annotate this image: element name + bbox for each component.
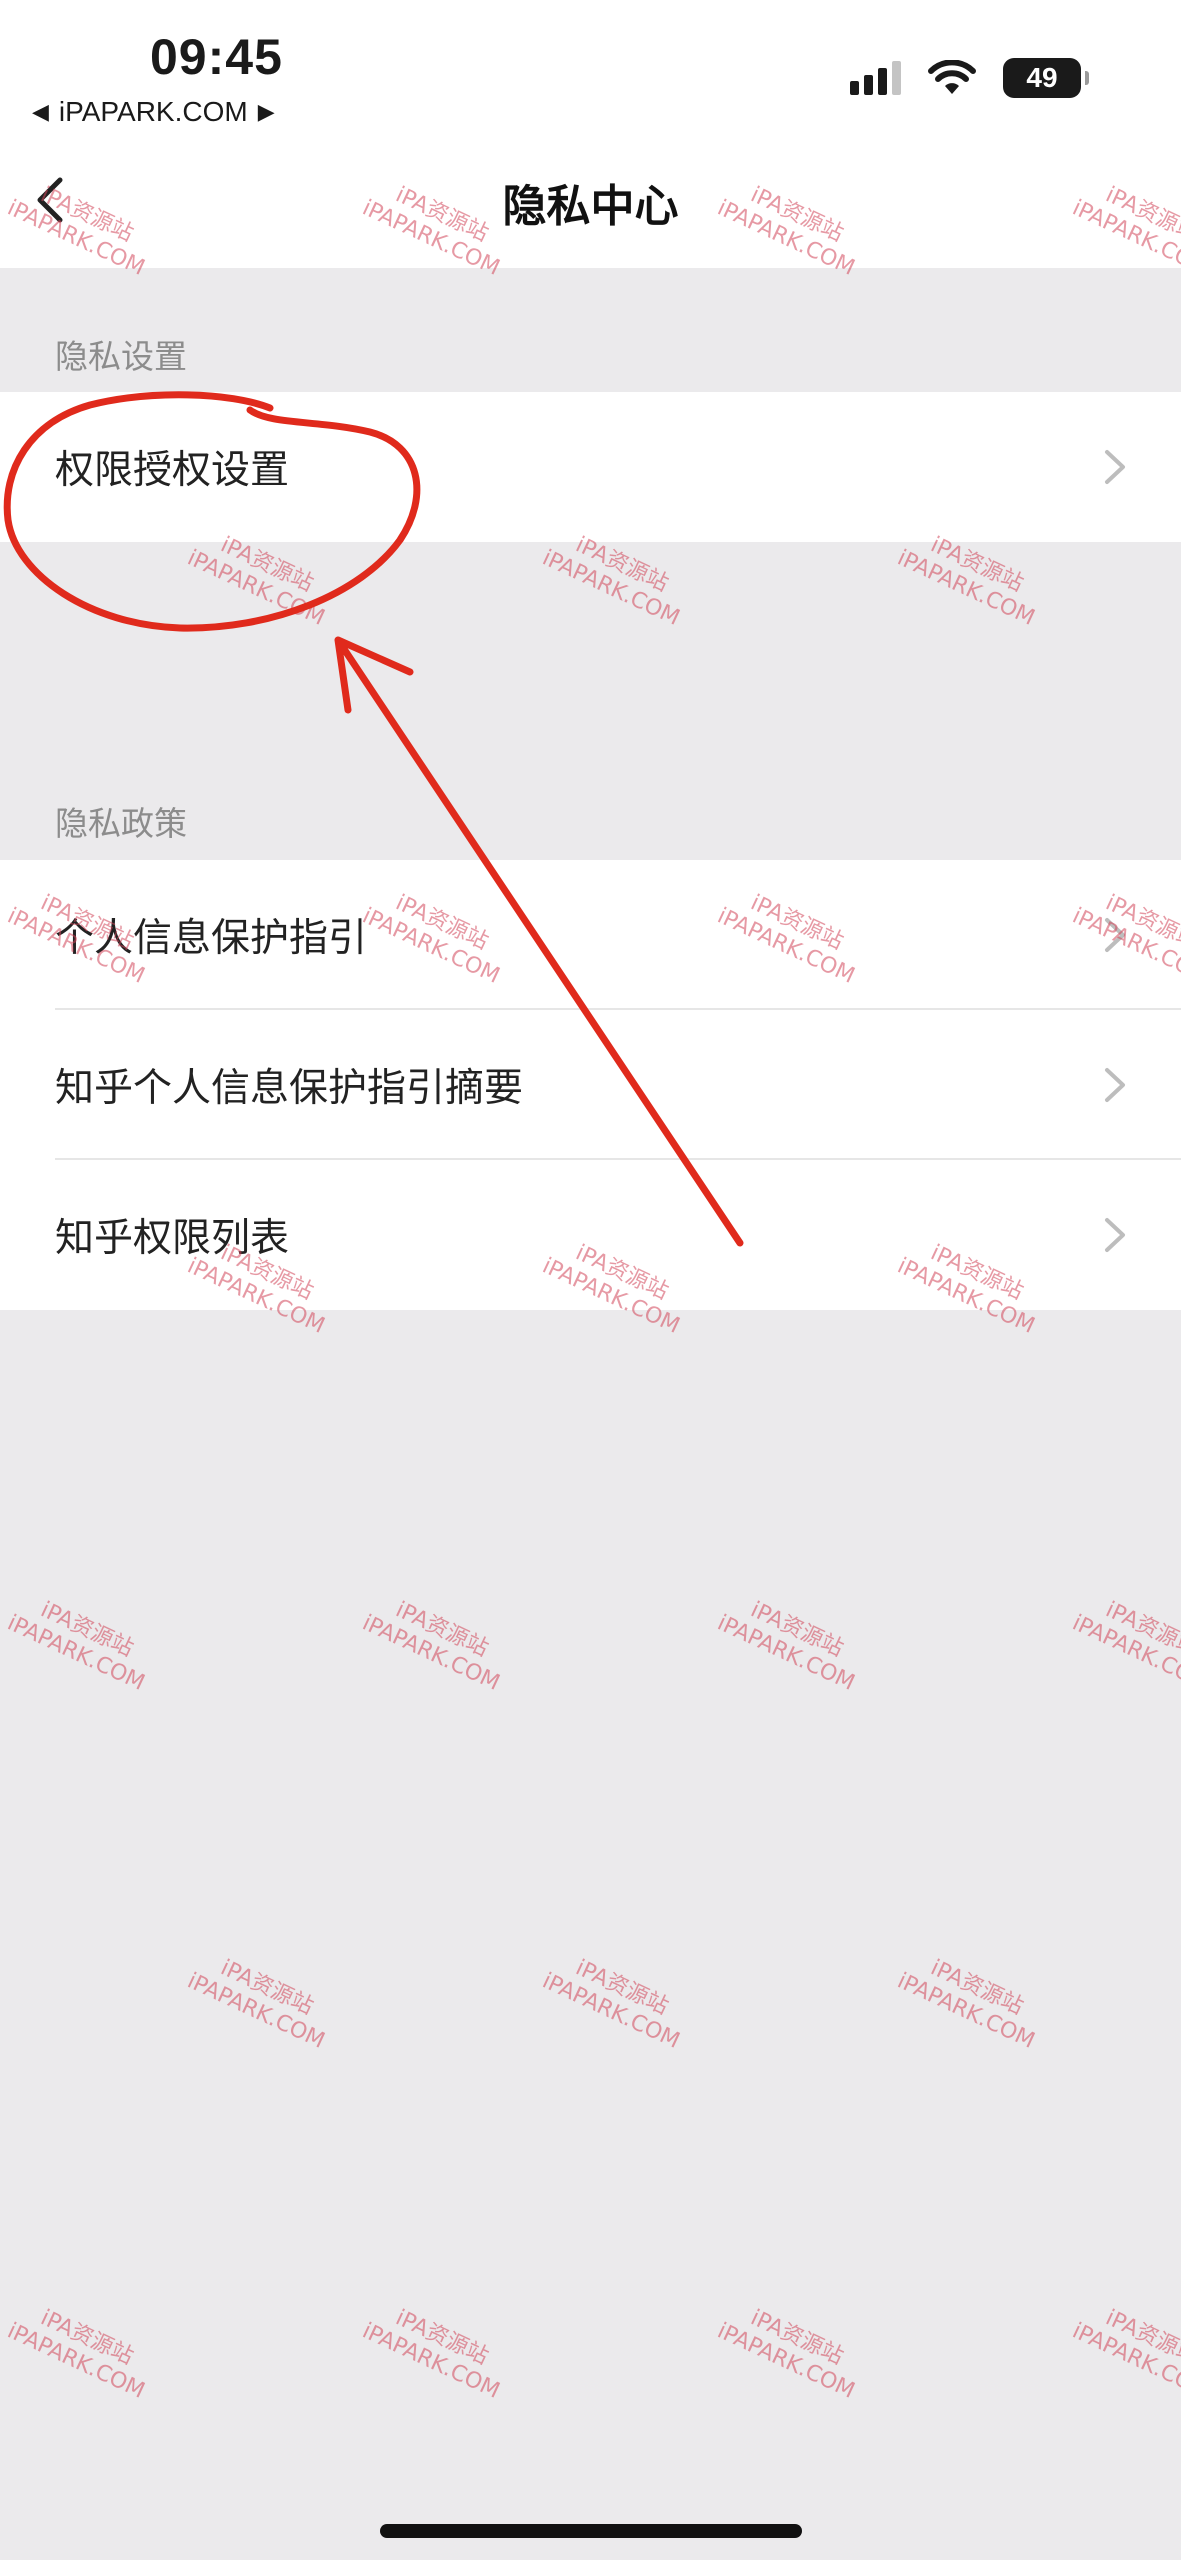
watermark: iPA资源站 iPAPARK.COM	[3, 1597, 149, 1696]
section-header-privacy-settings: 隐私设置	[55, 337, 187, 376]
privacy-policy-group: 个人信息保护指引 知乎个人信息保护指引摘要 知乎权限列表	[0, 860, 1181, 1310]
signal-icon	[850, 61, 901, 95]
list-item-label: 知乎个人信息保护指引摘要	[55, 1066, 524, 1111]
chevron-right-icon	[1105, 918, 1125, 952]
navigation-bar: 隐私中心	[0, 130, 1181, 268]
watermark: iPA资源站 iPAPARK.COM	[358, 2305, 504, 2404]
chevron-right-icon	[1105, 1218, 1125, 1252]
watermark: iPA资源站 iPAPARK.COM	[893, 1955, 1039, 2054]
page-title: 隐私中心	[502, 181, 679, 232]
back-app-label: iPAPARK.COM	[58, 96, 248, 127]
list-item-label: 个人信息保护指引	[55, 916, 368, 961]
forward-triangle-icon: ▶	[257, 99, 275, 124]
status-time: 09:45	[150, 29, 283, 85]
watermark: iPA资源站 iPAPARK.COM	[538, 1955, 684, 2054]
list-item-personal-info-guide-summary[interactable]: 知乎个人信息保护指引摘要	[0, 1010, 1181, 1160]
status-bar: 09:45 ◀ iPAPARK.COM ▶ 49	[0, 0, 1181, 130]
wifi-icon	[928, 60, 976, 94]
watermark: iPA资源站 iPAPARK.COM	[3, 2305, 149, 2404]
list-item-label: 权限授权设置	[55, 448, 290, 493]
watermark: iPA资源站 iPAPARK.COM	[713, 2305, 859, 2404]
watermark: iPA资源站 iPAPARK.COM	[183, 1955, 329, 2054]
list-item-label: 知乎权限列表	[55, 1216, 290, 1261]
watermark: iPA资源站 iPAPARK.COM	[1068, 2305, 1181, 2404]
section-header-privacy-policy: 隐私政策	[55, 804, 187, 843]
list-item-personal-info-guide[interactable]: 个人信息保护指引	[0, 860, 1181, 1010]
chevron-right-icon	[1105, 1068, 1125, 1102]
watermark: iPA资源站 iPAPARK.COM	[1068, 1597, 1181, 1696]
list-item-permission-list[interactable]: 知乎权限列表	[0, 1160, 1181, 1310]
watermark: iPA资源站 iPAPARK.COM	[358, 1597, 504, 1696]
back-triangle-icon: ◀	[32, 99, 49, 124]
back-to-app-link[interactable]: ◀ iPAPARK.COM ▶	[32, 96, 275, 128]
battery-level: 49	[1026, 62, 1058, 93]
battery-icon: 49	[1003, 58, 1089, 98]
chevron-right-icon	[1105, 450, 1125, 484]
watermark: iPA资源站 iPAPARK.COM	[713, 1597, 859, 1696]
list-item-permission-settings[interactable]: 权限授权设置	[0, 392, 1181, 542]
privacy-settings-group: 权限授权设置	[0, 392, 1181, 542]
home-indicator[interactable]	[380, 2524, 802, 2538]
status-icons: 49	[850, 58, 1089, 98]
